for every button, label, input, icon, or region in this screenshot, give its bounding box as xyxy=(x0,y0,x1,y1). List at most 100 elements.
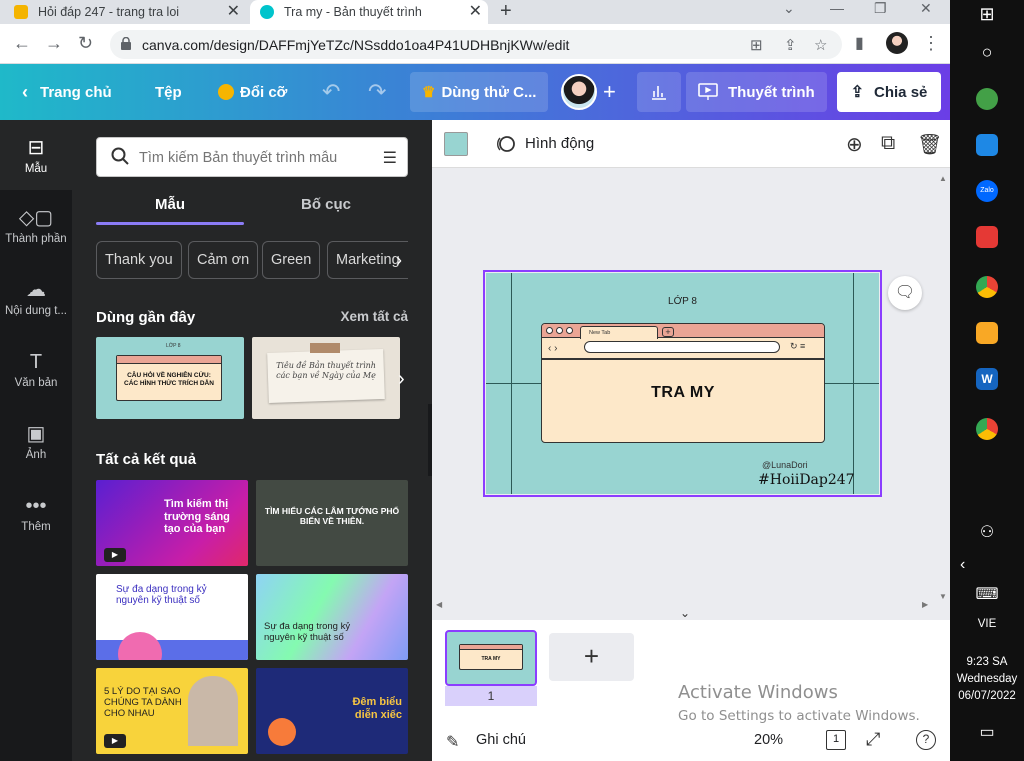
close-icon[interactable]: ✕ xyxy=(227,3,240,21)
add-page-icon[interactable]: ⊕ xyxy=(846,132,863,157)
slide-credit[interactable]: @LunaDori xyxy=(762,460,808,470)
slide-browser-frame[interactable]: New Tab + ‹ › ↻ ≡ TRA MY xyxy=(541,323,825,443)
recent-template-thumb[interactable]: Tiêu đề Bản thuyết trình các bạn về Ngày… xyxy=(252,337,400,419)
chrome-icon[interactable] xyxy=(976,418,998,440)
back-arrow-icon[interactable]: ← xyxy=(13,33,31,53)
add-comment-icon[interactable]: 🗨 xyxy=(888,276,922,310)
slide-divider xyxy=(542,358,824,360)
notes-button[interactable]: Ghi chú xyxy=(476,732,526,748)
share-page-icon[interactable]: ⇪ xyxy=(784,36,797,54)
add-collaborator-plus-icon[interactable]: + xyxy=(603,64,616,120)
help-icon[interactable]: ? xyxy=(916,730,936,750)
animation-icon xyxy=(497,136,515,152)
result-template-thumb[interactable]: Sự đa dạng trong kỷ nguyên kỹ thuật số xyxy=(256,574,408,660)
redo-icon[interactable]: ↷ xyxy=(368,64,386,120)
presentation-icon xyxy=(698,83,718,100)
thumb-title: CÂU HỎI VỀ NGHIÊN CỨU: CÁC HÌNH THỨC TRÍ… xyxy=(124,372,214,387)
undo-icon[interactable]: ↶ xyxy=(322,64,340,120)
chip-green[interactable]: Green xyxy=(262,241,321,279)
result-template-thumb[interactable]: Sự đa dạng trong kỷ nguyên kỹ thuật số xyxy=(96,574,248,660)
tab-templates[interactable]: Mẫu xyxy=(96,196,244,213)
background-color-swatch[interactable] xyxy=(444,132,468,156)
chevron-right-icon[interactable]: › xyxy=(396,250,402,271)
present-label: Thuyết trình xyxy=(728,83,815,101)
language-indicator[interactable]: VIE xyxy=(950,618,1024,630)
rail-item-more[interactable]: ••• Thêm xyxy=(0,494,72,533)
chevron-left-icon[interactable]: ‹ xyxy=(950,556,1024,574)
chip-thank-you[interactable]: Thank you xyxy=(96,241,182,279)
recent-template-thumb[interactable]: LỚP 8 CÂU HỎI VỀ NGHIÊN CỨU: CÁC HÌNH TH… xyxy=(96,337,244,419)
active-tab-indicator xyxy=(96,222,244,225)
vertical-scrollbar[interactable]: ▲ ▼ xyxy=(936,174,950,604)
app-icon[interactable] xyxy=(976,134,998,156)
result-template-thumb[interactable]: Tìm kiếm thị trường sáng tạo của bạn ▶ xyxy=(96,480,248,566)
minimize-icon[interactable]: — xyxy=(830,0,844,16)
share-button[interactable]: ⇪ Chia sẻ xyxy=(837,72,941,112)
fullscreen-icon[interactable]: ⤢ xyxy=(866,729,880,750)
file-explorer-icon[interactable] xyxy=(976,322,998,344)
resize-button[interactable]: Đổi cỡ xyxy=(218,64,287,120)
rail-label: Thêm xyxy=(21,521,51,533)
present-button[interactable]: Thuyết trình xyxy=(686,72,827,112)
insights-button[interactable] xyxy=(637,72,681,112)
duplicate-page-icon[interactable]: ⧉ xyxy=(881,132,895,155)
notification-icon[interactable]: ▭ xyxy=(950,722,1024,742)
home-button[interactable]: ‹ Trang chủ xyxy=(22,64,112,120)
chevron-down-icon[interactable]: ⌄ xyxy=(783,0,795,16)
result-template-thumb[interactable]: Đêm biểu diễn xiếc xyxy=(256,668,408,754)
app-icon[interactable] xyxy=(976,226,998,248)
try-pro-button[interactable]: ♛ Dùng thử C... xyxy=(410,72,549,112)
slide-title[interactable]: TRA MY xyxy=(542,384,824,402)
add-page-button[interactable]: + xyxy=(549,633,634,681)
reload-icon[interactable]: ↻ xyxy=(78,33,93,53)
trash-icon[interactable]: 🗑 xyxy=(917,132,942,157)
profile-avatar[interactable] xyxy=(886,32,908,54)
people-icon[interactable]: ⚇ xyxy=(950,522,1024,542)
slide-canvas[interactable]: LỚP 8 New Tab + ‹ › ↻ ≡ TRA MY @LunaDori… xyxy=(483,270,882,497)
restore-icon[interactable]: ❐ xyxy=(874,0,887,16)
chip-cam-on[interactable]: Cảm ơn xyxy=(188,241,259,279)
keyboard-icon[interactable]: ⌨ xyxy=(950,584,1024,604)
slide-grade-text[interactable]: LỚP 8 xyxy=(486,296,879,307)
new-tab-plus-icon[interactable]: + xyxy=(500,0,512,22)
app-icon[interactable] xyxy=(976,88,998,110)
thumb-title: Sự đa dạng trong kỷ nguyên kỹ thuật số xyxy=(116,584,207,606)
chrome-icon[interactable] xyxy=(976,276,998,298)
file-menu-button[interactable]: Tệp xyxy=(155,64,182,120)
chevron-right-icon[interactable]: › xyxy=(398,368,405,391)
tab-layouts[interactable]: Bố cục xyxy=(252,196,400,213)
browser-tab-canva[interactable]: Tra my - Bản thuyết trình ✕ xyxy=(250,0,488,24)
page-thumbnail-1[interactable]: TRA MY xyxy=(445,630,537,686)
result-template-thumb[interactable]: 5 LÝ DO TẠI SAO CHÚNG TA DÀNH CHO NHAU ▶ xyxy=(96,668,248,754)
translate-icon[interactable]: ⊞ xyxy=(750,36,763,54)
word-icon[interactable]: W xyxy=(976,368,998,390)
template-search-box[interactable]: ☰ xyxy=(96,137,408,177)
rail-item-templates[interactable]: ⊟ Mẫu xyxy=(0,120,72,190)
zalo-icon[interactable]: Zalo xyxy=(976,180,998,202)
page-count-button[interactable]: 1 xyxy=(826,730,846,750)
collaborator-avatar[interactable] xyxy=(561,74,597,110)
rail-item-text[interactable]: T Văn bản xyxy=(0,350,72,389)
filter-sliders-icon[interactable]: ☰ xyxy=(383,148,397,168)
animate-button[interactable]: Hình động xyxy=(525,135,594,152)
result-template-thumb[interactable]: TÌM HIỂU CÁC LÂM TƯỚNG PHỔ BIẾN VỀ THIÊN… xyxy=(256,480,408,566)
see-all-link[interactable]: Xem tất cả xyxy=(340,309,408,324)
side-panel-icon[interactable]: ▮ xyxy=(855,34,864,54)
expand-pages-chevron-icon[interactable]: ⌄ xyxy=(680,606,690,620)
kebab-menu-icon[interactable]: ⋮ xyxy=(922,33,940,53)
rail-label: Nội dung t... xyxy=(4,305,67,317)
address-bar[interactable]: canva.com/design/DAFFmjYeTZc/NSsddo1oa4P… xyxy=(110,30,842,59)
rail-item-uploads[interactable]: ☁ Nội dung t... xyxy=(0,278,72,317)
browser-tab-hoidap[interactable]: Hỏi đáp 247 - trang tra loi ✕ xyxy=(14,0,246,24)
cortana-circle-icon[interactable]: ○ xyxy=(950,42,1024,63)
rail-item-elements[interactable]: ◇▢ Thành phần xyxy=(0,206,72,245)
windows-start-icon[interactable]: ⊞ xyxy=(950,4,1024,25)
forward-arrow-icon[interactable]: → xyxy=(45,33,63,53)
bookmark-star-icon[interactable]: ☆ xyxy=(814,36,827,54)
zoom-level[interactable]: 20% xyxy=(754,732,783,748)
rail-item-photos[interactable]: ▣ Ảnh xyxy=(0,422,72,461)
close-icon[interactable]: ✕ xyxy=(469,3,482,21)
template-search-input[interactable] xyxy=(139,147,369,169)
window-close-icon[interactable]: ✕ xyxy=(920,0,932,16)
clock-time[interactable]: 9:23 SA xyxy=(950,656,1024,668)
